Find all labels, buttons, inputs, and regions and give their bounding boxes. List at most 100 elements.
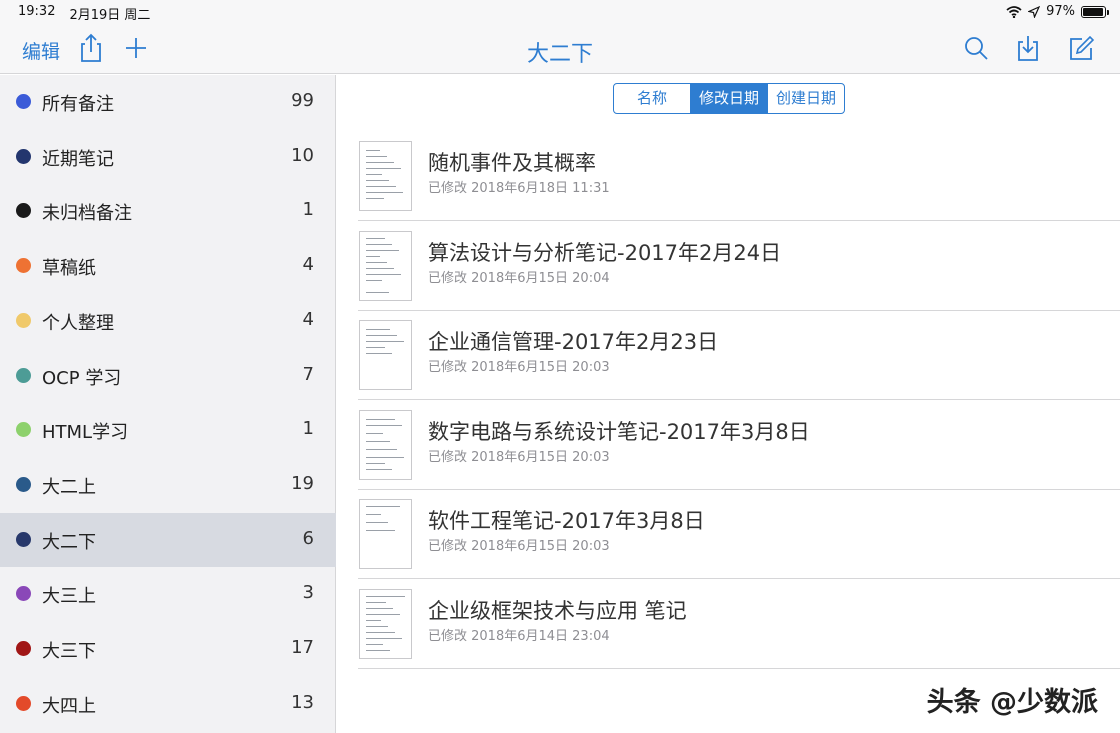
thumbnail-handwriting-line bbox=[366, 243, 392, 245]
note-modified-date: 已修改 2018年6月15日 20:03 bbox=[428, 539, 610, 554]
sort-option[interactable]: 名称 bbox=[614, 84, 691, 113]
thumbnail-handwriting-line bbox=[366, 432, 383, 434]
thumbnail-handwriting-line bbox=[366, 468, 392, 470]
battery-icon bbox=[1081, 5, 1109, 18]
thumbnail-handwriting-line bbox=[366, 619, 381, 621]
sidebar-item[interactable]: 近期笔记 10 bbox=[0, 130, 336, 184]
thumbnail-handwriting-line bbox=[366, 643, 383, 645]
thumbnail-handwriting-line bbox=[366, 261, 387, 263]
thumbnail-handwriting-line bbox=[366, 249, 399, 251]
import-icon[interactable] bbox=[1012, 32, 1044, 64]
thumbnail-handwriting-line bbox=[366, 237, 385, 239]
sidebar-item[interactable]: OCP 学习 7 bbox=[0, 349, 336, 403]
sidebar-item-label: 大三上 bbox=[42, 586, 96, 608]
search-icon[interactable] bbox=[960, 32, 992, 64]
sidebar-item[interactable]: 大三上 3 bbox=[0, 567, 336, 621]
sidebar-item[interactable]: 大四上 13 bbox=[0, 677, 336, 731]
note-row[interactable]: 企业通信管理-2017年2月23日 已修改 2018年6月15日 20:03 bbox=[358, 310, 1120, 400]
note-thumbnail bbox=[359, 141, 412, 211]
note-modified-date: 已修改 2018年6月14日 23:04 bbox=[428, 628, 610, 644]
sidebar-item[interactable]: 大二下 6 bbox=[0, 512, 336, 567]
thumbnail-handwriting-line bbox=[366, 649, 390, 651]
thumbnail-handwriting-line bbox=[366, 522, 388, 523]
sidebar-item[interactable]: 所有备注 99 bbox=[0, 75, 336, 129]
note-row[interactable]: 软件工程笔记-2017年3月8日已修改 2018年6月15日 20:03 bbox=[358, 489, 1120, 579]
note-row[interactable]: 数字电路与系统设计笔记-2017年3月8日已修改 2018年6月15日 20:0… bbox=[358, 400, 1120, 490]
sidebar-item-count: 99 bbox=[291, 90, 314, 111]
sidebar: 所有备注 99 近期笔记 10 未归档备注 1 草稿纸 4 个人整理 4 OCP 学习 7 HTML学习… bbox=[0, 75, 336, 733]
note-modified-date: 已修改 2018年6月18日 11:31 bbox=[428, 181, 610, 196]
folder-color-dot-icon bbox=[16, 367, 31, 383]
note-thumbnail bbox=[359, 588, 412, 659]
add-icon[interactable] bbox=[120, 32, 152, 64]
sort-option[interactable]: 修改日期 bbox=[691, 84, 768, 113]
status-left: 19:32 2月19日 周二 bbox=[18, 4, 150, 23]
sidebar-item[interactable]: 大三下 17 bbox=[0, 622, 336, 676]
sort-segmented-control: 名称 修改日期 创建日期 bbox=[613, 83, 845, 114]
folder-color-dot-icon bbox=[16, 148, 31, 164]
thumbnail-handwriting-line bbox=[366, 514, 381, 515]
note-title: 软件工程笔记-2017年3月8日 bbox=[428, 509, 705, 533]
thumbnail-handwriting-line bbox=[366, 291, 389, 293]
sidebar-item-count: 4 bbox=[302, 254, 314, 276]
thumbnail-handwriting-line bbox=[366, 156, 387, 157]
sort-option[interactable]: 创建日期 bbox=[768, 84, 844, 113]
folder-color-dot-icon bbox=[16, 586, 31, 602]
folder-color-dot-icon bbox=[16, 203, 31, 219]
thumbnail-handwriting-line bbox=[366, 462, 385, 464]
compose-icon[interactable] bbox=[1065, 32, 1097, 64]
thumbnail-handwriting-line bbox=[366, 150, 380, 151]
share-icon[interactable] bbox=[75, 32, 107, 64]
thumbnail-handwriting-line bbox=[366, 601, 386, 603]
sidebar-item[interactable]: 未归档备注 1 bbox=[0, 184, 336, 238]
sidebar-item-count: 3 bbox=[302, 582, 314, 604]
note-row[interactable]: 随机事件及其概率已修改 2018年6月18日 11:31 bbox=[358, 131, 1120, 221]
folder-color-dot-icon bbox=[16, 641, 31, 656]
thumbnail-handwriting-line bbox=[366, 530, 395, 531]
status-bar: 19:32 2月19日 周二 97% bbox=[0, 0, 1120, 24]
folder-color-dot-icon bbox=[16, 94, 31, 109]
sidebar-item[interactable]: 个人整理 4 bbox=[0, 294, 336, 348]
sidebar-item-label: 未归档备注 bbox=[42, 203, 132, 225]
sidebar-item-label: HTML学习 bbox=[42, 422, 129, 444]
thumbnail-handwriting-line bbox=[366, 631, 395, 633]
note-title: 数字电路与系统设计笔记-2017年3月8日 bbox=[428, 419, 810, 444]
thumbnail-handwriting-line bbox=[366, 180, 389, 181]
thumbnail-handwriting-line bbox=[366, 273, 401, 275]
sidebar-item-count: 7 bbox=[302, 363, 314, 385]
sidebar-item-count: 17 bbox=[291, 637, 314, 658]
sidebar-item[interactable]: 草稿纸 4 bbox=[0, 239, 336, 293]
folder-color-dot-icon bbox=[16, 531, 31, 547]
sidebar-item-count: 13 bbox=[291, 691, 314, 713]
thumbnail-handwriting-line bbox=[366, 440, 390, 442]
note-row[interactable]: 算法设计与分析笔记-2017年2月24日 已修改 2018年6月15日 20:04 bbox=[358, 221, 1120, 311]
thumbnail-handwriting-line bbox=[366, 448, 397, 450]
note-thumbnail bbox=[359, 499, 412, 569]
status-time: 19:32 bbox=[18, 4, 56, 19]
edit-button[interactable]: 编辑 bbox=[22, 37, 60, 64]
sidebar-item-count: 1 bbox=[302, 418, 314, 440]
thumbnail-handwriting-line bbox=[366, 456, 404, 458]
thumbnail-handwriting-line bbox=[366, 625, 388, 627]
sidebar-item-label: 个人整理 bbox=[42, 312, 114, 334]
note-modified-date: 已修改 2018年6月15日 20:03 bbox=[428, 360, 610, 375]
thumbnail-handwriting-line bbox=[366, 168, 401, 169]
thumbnail-handwriting-line bbox=[366, 198, 384, 199]
sidebar-item[interactable]: 大二上 19 bbox=[0, 458, 336, 512]
thumbnail-handwriting-line bbox=[366, 267, 394, 269]
thumbnail-handwriting-line bbox=[366, 186, 396, 187]
thumbnail-handwriting-line bbox=[366, 506, 400, 507]
note-title: 随机事件及其概率 bbox=[428, 151, 596, 175]
folder-color-dot-icon bbox=[16, 258, 31, 274]
sidebar-item-count: 4 bbox=[302, 308, 314, 330]
thumbnail-handwriting-line bbox=[366, 341, 404, 342]
nav-bar: 编辑 大二下 bbox=[0, 24, 1120, 74]
thumbnail-handwriting-line bbox=[366, 637, 402, 639]
note-row[interactable]: 企业级框架技术与应用 笔记 已修改 2018年6月14日 23:04 bbox=[358, 579, 1120, 669]
watermark-text: 头条 @少数派 bbox=[926, 687, 1098, 718]
thumbnail-handwriting-line bbox=[366, 353, 392, 354]
sidebar-item[interactable]: HTML学习 1 bbox=[0, 403, 336, 457]
sidebar-item-count: 1 bbox=[302, 199, 314, 221]
sidebar-item-label: 大二下 bbox=[42, 531, 96, 553]
note-modified-date: 已修改 2018年6月15日 20:03 bbox=[428, 449, 610, 465]
